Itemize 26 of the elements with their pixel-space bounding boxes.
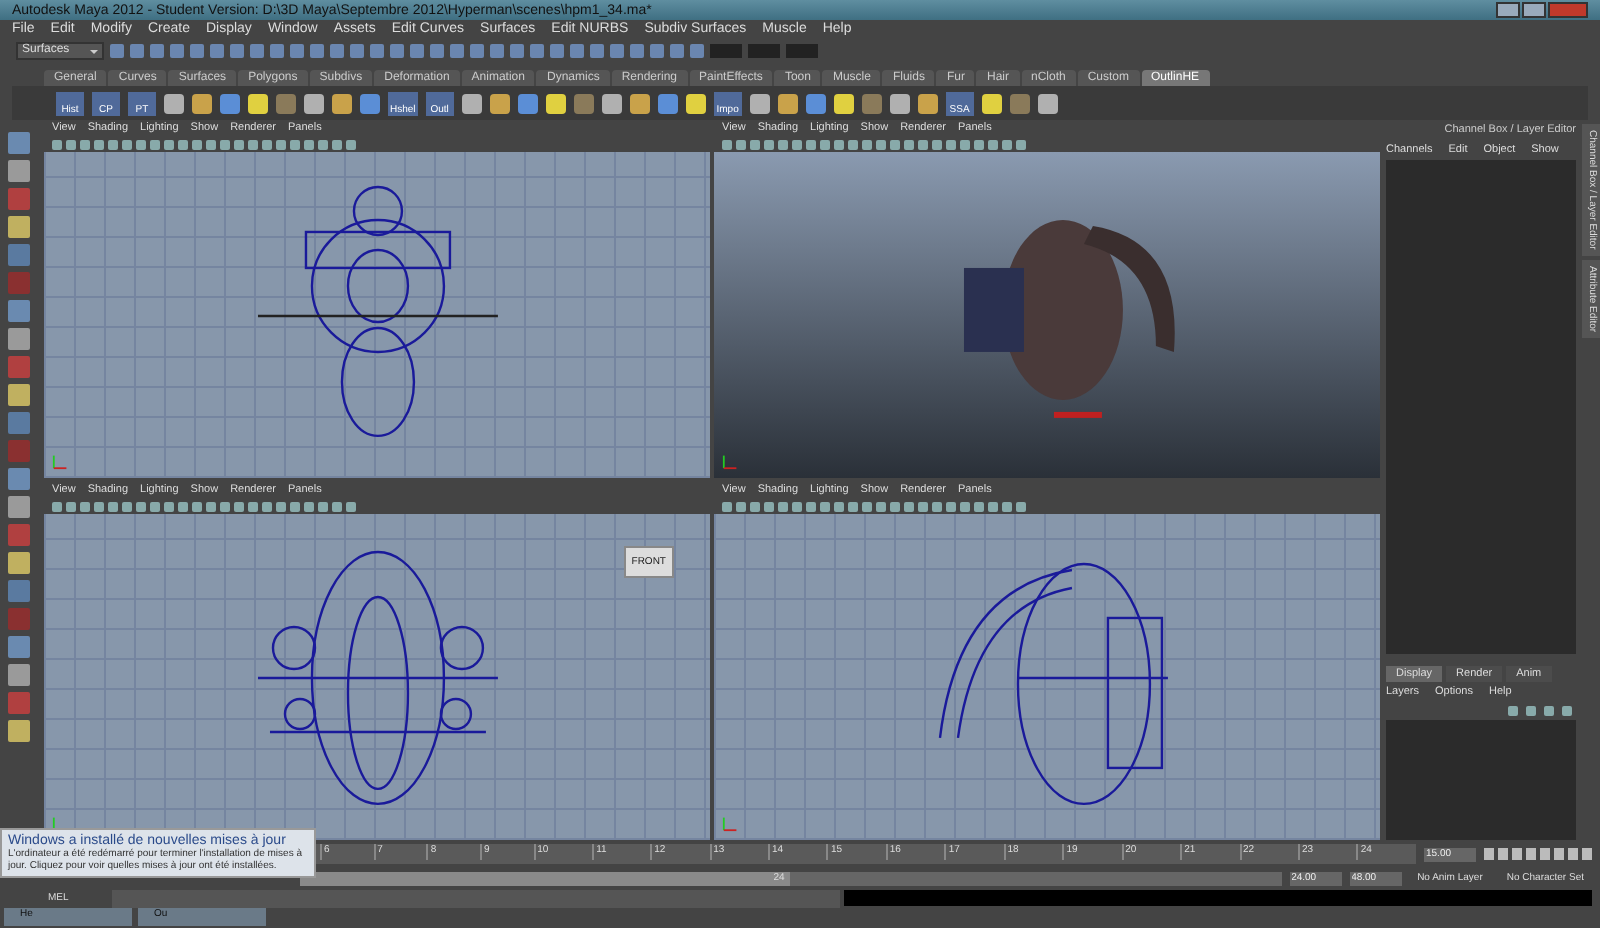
shelf-icon[interactable] [777, 93, 798, 113]
shelf-icon[interactable] [601, 93, 622, 113]
minimize-button[interactable] [1496, 2, 1520, 18]
shelf-icon[interactable] [657, 93, 678, 113]
axis-icon [722, 452, 740, 470]
shelf-icon[interactable] [461, 93, 482, 113]
shelf-icon[interactable] [1037, 93, 1058, 113]
command-field[interactable] [112, 889, 840, 907]
shelf-icon[interactable] [517, 93, 538, 113]
input-field[interactable] [710, 43, 742, 57]
shelf-icon[interactable] [981, 93, 1002, 113]
shelf-icon[interactable] [805, 93, 826, 113]
shelf-icon[interactable] [917, 93, 938, 113]
shelf-icon[interactable] [749, 93, 770, 113]
shelf-icon[interactable] [489, 93, 510, 113]
close-button[interactable] [1548, 2, 1588, 18]
shelf-icon[interactable] [545, 93, 566, 113]
shelf-icon[interactable] [685, 93, 706, 113]
shelf-icon[interactable] [833, 93, 854, 113]
input-field[interactable] [786, 43, 818, 57]
shelf-icon[interactable] [889, 93, 910, 113]
maximize-button[interactable] [1522, 2, 1546, 18]
shelf-icon[interactable] [629, 93, 650, 113]
axis-icon [722, 814, 740, 832]
input-field[interactable] [748, 43, 780, 57]
axis-icon [52, 452, 70, 470]
